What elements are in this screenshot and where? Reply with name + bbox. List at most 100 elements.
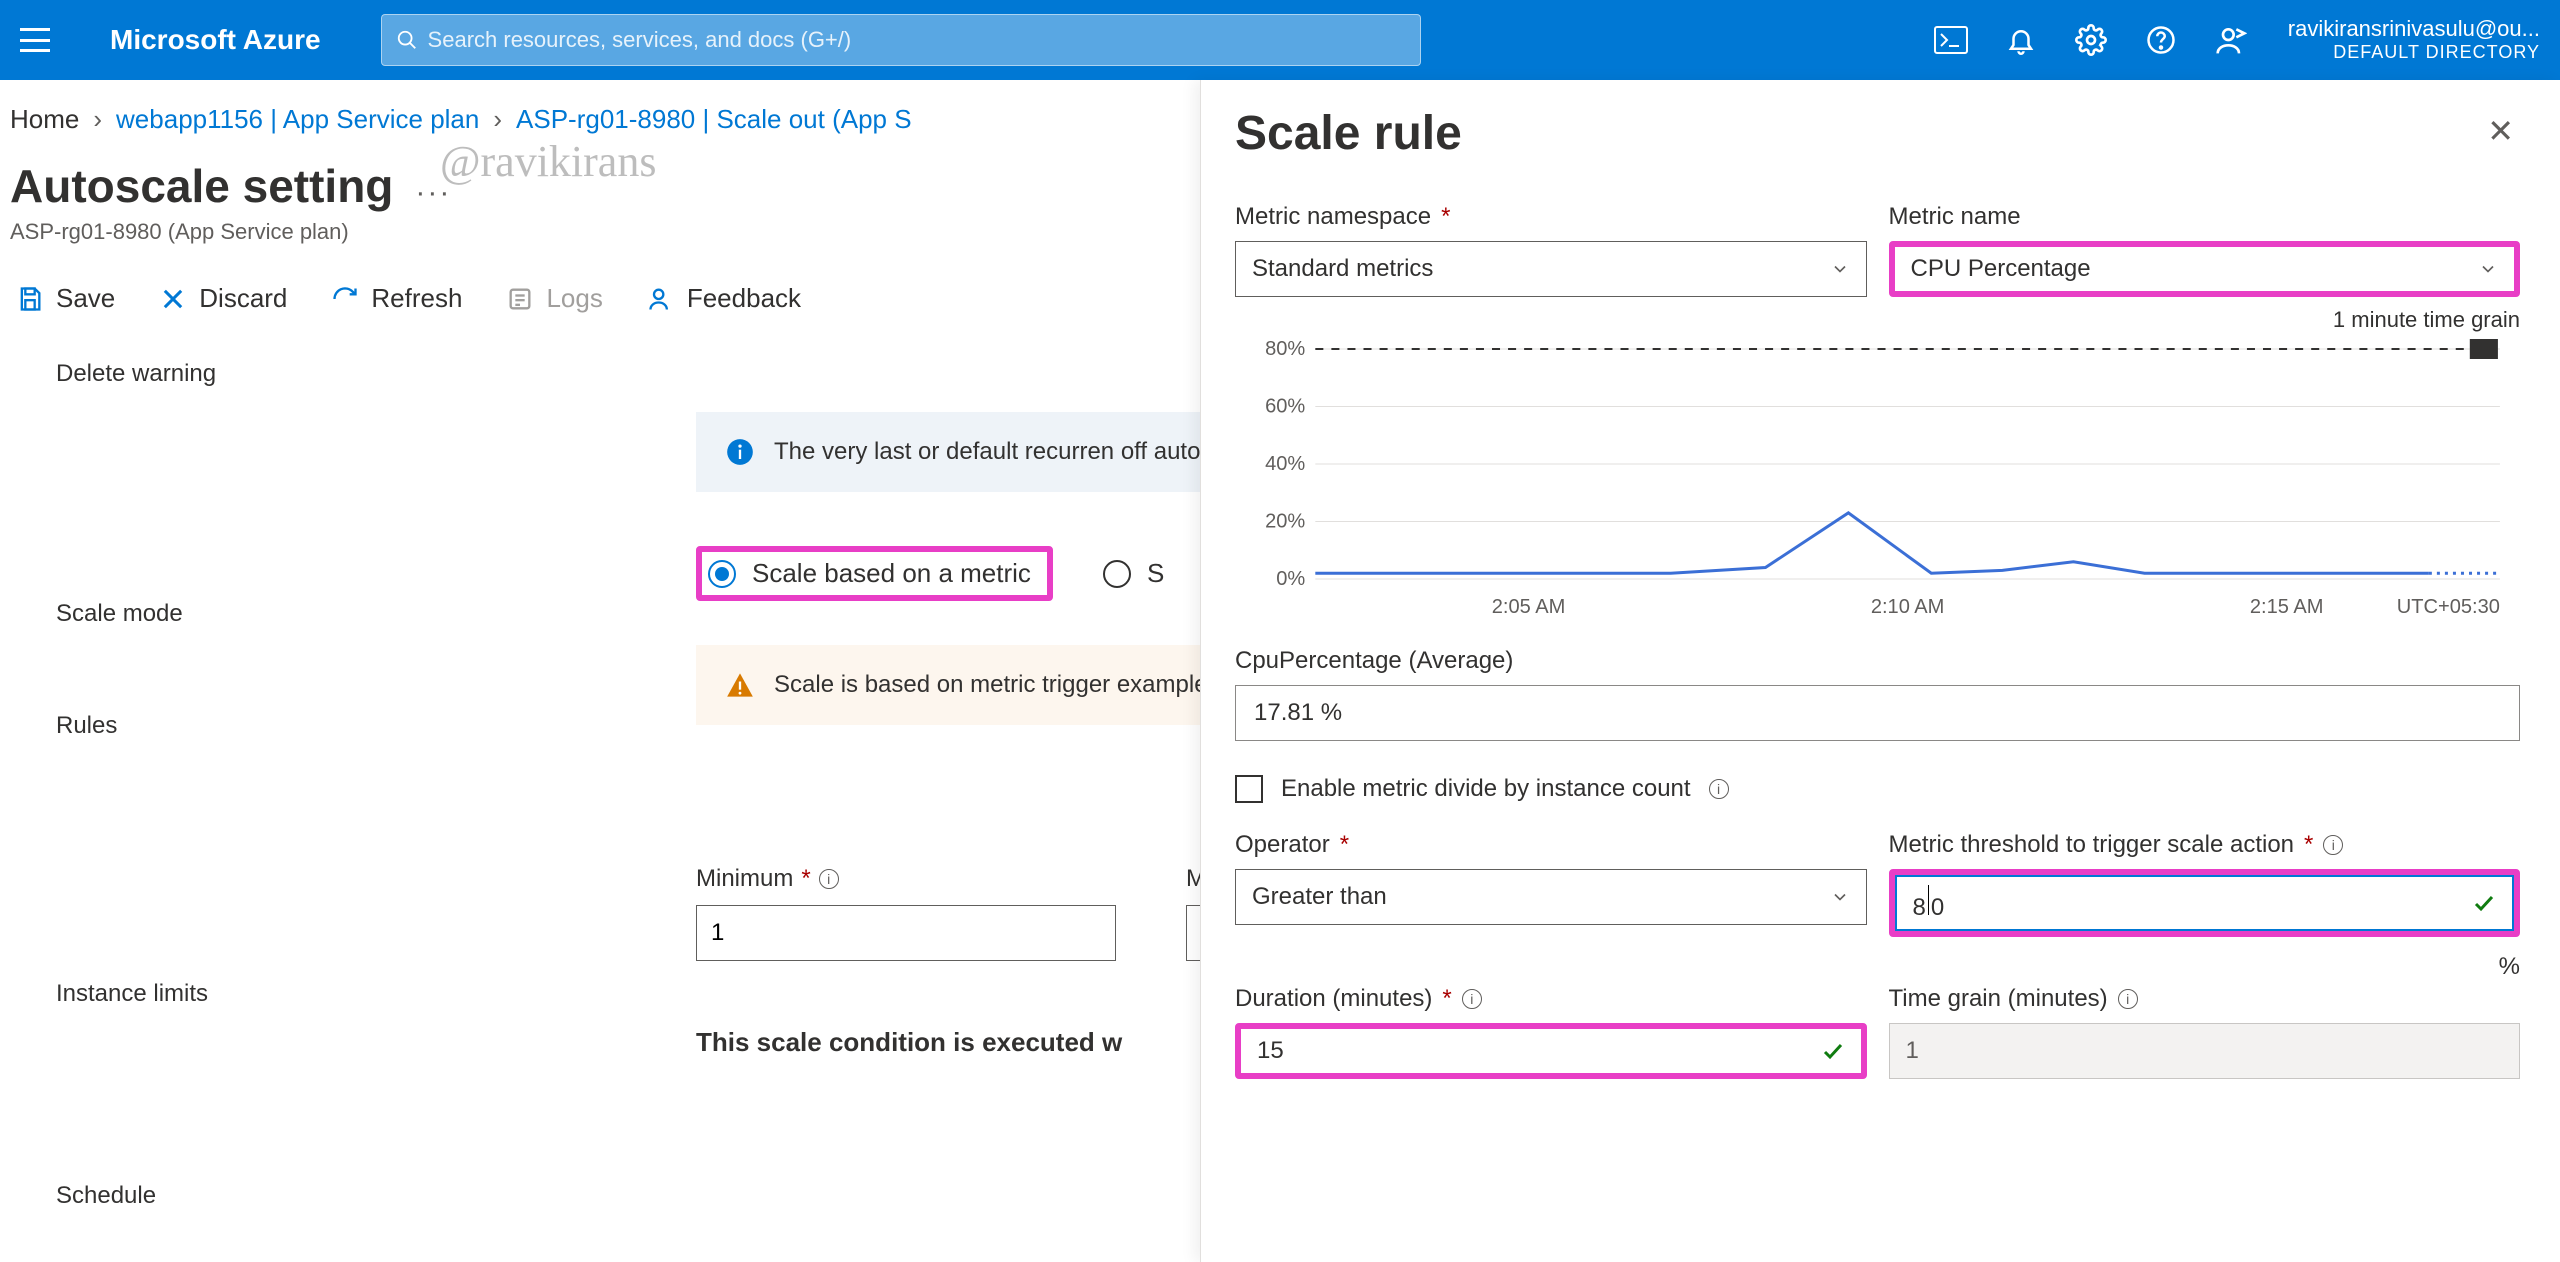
global-search-input[interactable]: Search resources, services, and docs (G+… <box>381 14 1421 66</box>
refresh-button[interactable]: Refresh <box>331 283 462 314</box>
chevron-down-icon <box>1830 887 1850 907</box>
time-grain-note: 1 minute time grain <box>1235 307 2520 333</box>
info-icon[interactable]: i <box>1709 779 1729 799</box>
duration-label: Duration (minutes) <box>1235 985 1432 1013</box>
info-icon <box>726 438 754 466</box>
svg-text:20%: 20% <box>1265 511 1305 533</box>
minimum-label: Minimum <box>696 865 793 893</box>
label-instance-limits: Instance limits <box>56 980 208 1008</box>
metric-name-label: Metric name <box>1889 203 2021 231</box>
chevron-right-icon: › <box>93 104 102 135</box>
info-icon[interactable]: i <box>819 869 839 889</box>
info-icon[interactable]: i <box>2118 989 2138 1009</box>
chevron-down-icon <box>1830 259 1850 279</box>
settings-gear-icon[interactable] <box>2074 23 2108 57</box>
required-asterisk: * <box>1442 985 1451 1013</box>
warning-icon <box>726 671 754 699</box>
radio-metric-option[interactable]: Scale based on a metric <box>696 546 1053 601</box>
metric-value-readout: 17.81 % <box>1235 685 2520 741</box>
valid-check-icon <box>2472 891 2496 915</box>
svg-text:60%: 60% <box>1265 396 1305 418</box>
save-button[interactable]: Save <box>16 283 115 314</box>
feedback-person-icon[interactable] <box>2214 23 2248 57</box>
azure-topbar: Microsoft Azure Search resources, servic… <box>0 0 2560 80</box>
metric-series-label: CpuPercentage (Average) <box>1235 647 2520 675</box>
label-schedule: Schedule <box>56 1182 156 1210</box>
logs-label: Logs <box>546 283 602 314</box>
close-icon[interactable]: ✕ <box>2481 106 2520 156</box>
metric-value: 17.81 % <box>1254 699 1342 727</box>
operator-select[interactable]: Greater than <box>1235 869 1867 925</box>
threshold-unit: % <box>1889 953 2521 981</box>
discard-button[interactable]: Discard <box>159 283 287 314</box>
required-asterisk: * <box>2304 831 2313 859</box>
discard-label: Discard <box>199 283 287 314</box>
threshold-label: Metric threshold to trigger scale action <box>1889 831 2295 859</box>
timegrain-value: 1 <box>1906 1037 1919 1065</box>
info-icon[interactable]: i <box>1462 989 1482 1009</box>
more-actions-icon[interactable]: ··· <box>415 176 451 210</box>
save-label: Save <box>56 283 115 314</box>
required-asterisk: * <box>801 865 810 893</box>
search-placeholder: Search resources, services, and docs (G+… <box>428 27 852 53</box>
metric-name-value: CPU Percentage <box>1911 255 2091 283</box>
duration-input[interactable]: 15 <box>1235 1023 1867 1079</box>
valid-check-icon <box>1821 1039 1845 1063</box>
panel-title: Scale rule <box>1235 106 1462 161</box>
minimum-field-group: Minimum * i <box>696 865 1116 961</box>
info-icon[interactable]: i <box>2323 835 2343 855</box>
duration-value: 15 <box>1257 1037 1284 1065</box>
notifications-icon[interactable] <box>2004 23 2038 57</box>
svg-text:UTC+05:30: UTC+05:30 <box>2397 596 2500 618</box>
metric-namespace-value: Standard metrics <box>1252 255 1433 283</box>
metric-name-select[interactable]: CPU Percentage <box>1889 241 2521 297</box>
divide-by-instance-label: Enable metric divide by instance count <box>1281 775 1691 803</box>
breadcrumb-home[interactable]: Home <box>10 104 79 135</box>
chevron-right-icon: › <box>493 104 502 135</box>
cloud-shell-icon[interactable] <box>1934 23 1968 57</box>
help-icon[interactable] <box>2144 23 2178 57</box>
radio-checked-icon <box>708 560 736 588</box>
feedback-button[interactable]: Feedback <box>647 283 801 314</box>
breadcrumb-item-1[interactable]: webapp1156 | App Service plan <box>116 104 479 135</box>
metric-namespace-select[interactable]: Standard metrics <box>1235 241 1867 297</box>
refresh-label: Refresh <box>371 283 462 314</box>
radio-other-option[interactable]: S <box>1103 558 1164 589</box>
radio-unchecked-icon <box>1103 560 1131 588</box>
divide-by-instance-checkbox[interactable] <box>1235 775 1263 803</box>
logs-button[interactable]: Logs <box>506 283 602 314</box>
required-asterisk: * <box>1340 831 1349 859</box>
user-account-block[interactable]: ravikiransrinivasulu@ou... DEFAULT DIREC… <box>2288 16 2560 64</box>
operator-value: Greater than <box>1252 883 1387 911</box>
timegrain-label: Time grain (minutes) <box>1889 985 2108 1013</box>
breadcrumb-item-2[interactable]: ASP-rg01-8980 | Scale out (App S <box>516 104 912 135</box>
svg-text:0%: 0% <box>1276 568 1305 590</box>
threshold-input[interactable]: 80 <box>1895 875 2515 931</box>
top-icon-tray <box>1934 23 2248 57</box>
svg-text:2:10 AM: 2:10 AM <box>1871 596 1945 618</box>
feedback-label: Feedback <box>687 283 801 314</box>
hamburger-menu-icon[interactable] <box>20 28 50 52</box>
brand-label: Microsoft Azure <box>110 24 321 56</box>
threshold-value-after: 0 <box>1931 894 1944 921</box>
svg-text:80%: 80% <box>1265 339 1305 360</box>
label-delete-warning: Delete warning <box>56 360 216 388</box>
svg-text:2:05 AM: 2:05 AM <box>1492 596 1566 618</box>
minimum-input[interactable] <box>696 905 1116 961</box>
cpu-percentage-chart: 0%20%40%60%80%2:05 AM2:10 AM2:15 AMUTC+0… <box>1235 339 2520 629</box>
user-directory: DEFAULT DIRECTORY <box>2288 42 2540 64</box>
operator-label: Operator <box>1235 831 1330 859</box>
info-text: The very last or default recurren off au… <box>774 438 1263 466</box>
label-rules: Rules <box>56 712 117 740</box>
user-email: ravikiransrinivasulu@ou... <box>2288 16 2540 42</box>
svg-text:40%: 40% <box>1265 453 1305 475</box>
required-asterisk: * <box>1441 203 1450 231</box>
page-title: Autoscale setting <box>10 159 393 213</box>
scale-rule-panel: Scale rule ✕ Metric namespace * Standard… <box>1200 80 2560 1262</box>
metric-namespace-label: Metric namespace <box>1235 203 1431 231</box>
threshold-value-before: 8 <box>1913 894 1926 921</box>
chevron-down-icon <box>2478 259 2498 279</box>
label-scale-mode: Scale mode <box>56 600 183 628</box>
search-icon <box>396 29 418 51</box>
radio-other-label: S <box>1147 558 1164 589</box>
